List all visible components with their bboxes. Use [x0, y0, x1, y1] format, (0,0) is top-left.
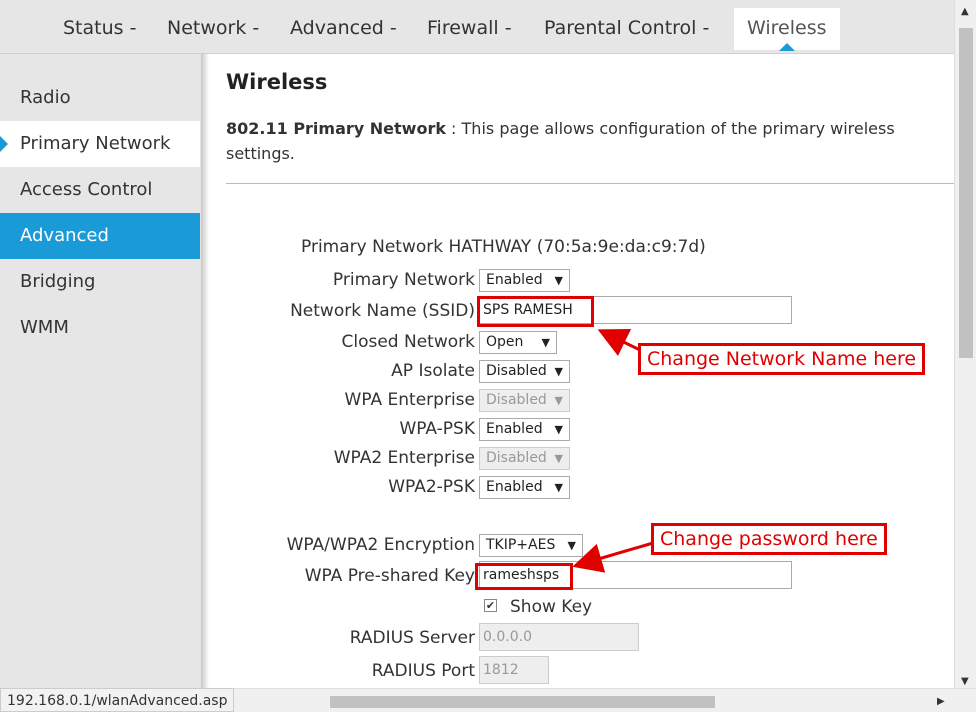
- dropdown-arrow-icon: ▼: [554, 423, 563, 436]
- divider: [226, 183, 954, 184]
- primary-network-value: Enabled: [486, 272, 543, 288]
- closed-network-select[interactable]: Open ▼: [479, 331, 557, 354]
- sidebar-item-bridging[interactable]: Bridging: [0, 259, 200, 305]
- status-bar-url: 192.168.0.1/wlanAdvanced.asp: [0, 688, 235, 712]
- scroll-right-icon[interactable]: ▶: [937, 696, 945, 707]
- ssid-label: Network Name (SSID): [290, 301, 475, 321]
- tab-status[interactable]: Status -: [63, 8, 136, 50]
- wpa-psk-select[interactable]: Enabled ▼: [479, 418, 570, 441]
- wpa-enterprise-label: WPA Enterprise: [344, 390, 475, 410]
- selected-marker-icon: [0, 136, 8, 152]
- sidebar-item-access-control[interactable]: Access Control: [0, 167, 200, 213]
- network-heading: Primary Network HATHWAY (70:5a:9e:da:c9:…: [301, 237, 706, 257]
- encryption-value: TKIP+AES: [486, 537, 556, 553]
- horizontal-scroll-thumb[interactable]: [330, 696, 715, 708]
- dropdown-arrow-icon: ▼: [567, 539, 576, 552]
- wpa2-psk-label: WPA2-PSK: [388, 477, 475, 497]
- sidebar-item-wmm[interactable]: WMM: [0, 305, 200, 351]
- dropdown-arrow-icon: ▼: [554, 394, 563, 407]
- show-key-label: Show Key: [510, 597, 593, 617]
- tab-wireless[interactable]: Wireless: [734, 8, 840, 51]
- dropdown-arrow-icon: ▼: [554, 274, 563, 287]
- psk-label: WPA Pre-shared Key: [304, 566, 475, 586]
- wpa2-psk-value: Enabled: [486, 479, 543, 495]
- sidebar: Radio Primary Network Access Control Adv…: [0, 54, 201, 688]
- page-description: 802.11 Primary Network : This page allow…: [226, 116, 954, 166]
- wpa-psk-label: WPA-PSK: [399, 419, 475, 439]
- closed-network-label: Closed Network: [341, 332, 476, 352]
- wpa2-enterprise-value: Disabled: [486, 450, 547, 466]
- wpa2-enterprise-select: Disabled ▼: [479, 447, 570, 470]
- show-key-checkbox[interactable]: ✔: [484, 599, 497, 612]
- tab-wireless-label: Wireless: [747, 17, 827, 39]
- password-callout: Change password here: [651, 523, 887, 555]
- active-tab-caret-icon: [778, 43, 795, 51]
- browser-viewport: Status - Network - Advanced - Firewall -…: [0, 0, 976, 712]
- ap-isolate-label: AP Isolate: [391, 361, 475, 381]
- primary-network-label: Primary Network: [332, 270, 475, 290]
- radius-port-label: RADIUS Port: [371, 661, 475, 681]
- wpa-enterprise-value: Disabled: [486, 392, 547, 408]
- wpa2-enterprise-label: WPA2 Enterprise: [333, 448, 475, 468]
- top-navigation: Status - Network - Advanced - Firewall -…: [0, 0, 954, 54]
- scroll-up-icon[interactable]: ▲: [961, 6, 969, 17]
- encryption-select[interactable]: TKIP+AES ▼: [479, 534, 583, 557]
- vertical-scrollbar[interactable]: ▲ ▼: [954, 0, 976, 688]
- dropdown-arrow-icon: ▼: [554, 452, 563, 465]
- sidebar-item-advanced[interactable]: Advanced: [0, 213, 200, 259]
- sidebar-shadow: [201, 54, 209, 688]
- wpa2-psk-select[interactable]: Enabled ▼: [479, 476, 570, 499]
- sidebar-item-label: Primary Network: [20, 133, 171, 154]
- tab-advanced[interactable]: Advanced -: [290, 8, 397, 50]
- tab-parental-control[interactable]: Parental Control -: [544, 8, 709, 50]
- ssid-highlight-box: [477, 296, 594, 327]
- ap-isolate-value: Disabled: [486, 363, 547, 379]
- radius-port-input: 1812: [479, 656, 549, 684]
- wpa-psk-value: Enabled: [486, 421, 543, 437]
- encryption-label: WPA/WPA2 Encryption: [286, 535, 475, 555]
- dropdown-arrow-icon: ▼: [554, 481, 563, 494]
- dropdown-arrow-icon: ▼: [554, 365, 563, 378]
- scroll-down-icon[interactable]: ▼: [961, 676, 969, 687]
- tab-network[interactable]: Network -: [167, 8, 259, 50]
- wpa-enterprise-select: Disabled ▼: [479, 389, 570, 412]
- primary-network-select[interactable]: Enabled ▼: [479, 269, 570, 292]
- radius-server-input: 0.0.0.0: [479, 623, 639, 651]
- dropdown-arrow-icon: ▼: [541, 336, 550, 349]
- tab-firewall[interactable]: Firewall -: [427, 8, 512, 50]
- page-title: Wireless: [226, 70, 328, 94]
- sidebar-item-primary-network[interactable]: Primary Network: [0, 121, 200, 167]
- network-name-callout: Change Network Name here: [638, 343, 926, 375]
- sidebar-item-radio[interactable]: Radio: [0, 75, 200, 121]
- description-bold: 802.11 Primary Network: [226, 119, 446, 138]
- psk-highlight-box: [475, 563, 573, 590]
- closed-network-value: Open: [486, 334, 524, 350]
- vertical-scroll-thumb[interactable]: [959, 28, 973, 358]
- radius-server-label: RADIUS Server: [349, 628, 475, 648]
- ap-isolate-select[interactable]: Disabled ▼: [479, 360, 570, 383]
